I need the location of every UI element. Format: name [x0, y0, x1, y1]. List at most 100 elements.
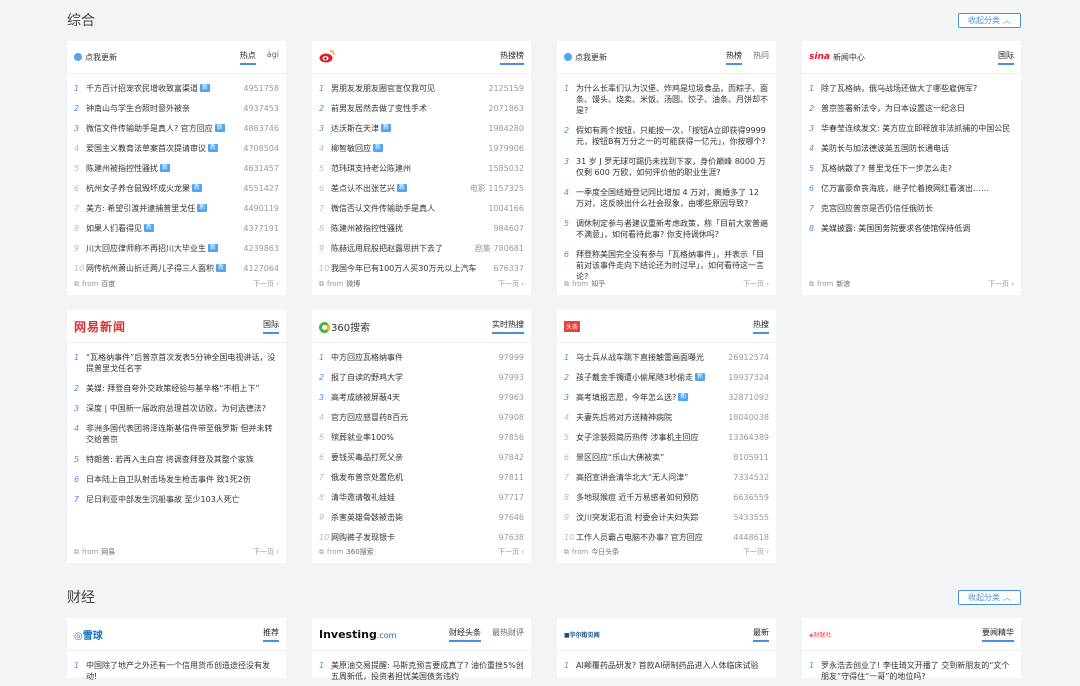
- item-title[interactable]: 陈赫远用屁股把赵露思拱下去了: [331, 243, 471, 254]
- card-brand[interactable]: ■华尔街见闻: [564, 630, 753, 639]
- item-title[interactable]: 华春莹连续发文: 美方应立即释放非法抓捕的中国公民: [821, 123, 1014, 134]
- list-item[interactable]: 1 美原油交易提醒: 马斯克预言要成真了? 油价重挫5%创五周新低，投资者担忧美国…: [319, 655, 524, 686]
- item-title[interactable]: 日本陆上自卫队射击场发生枪击事件 致1死2伤: [86, 474, 279, 485]
- list-item[interactable]: 9 杀害英雄骨骸被击毙 97646: [319, 507, 524, 527]
- list-item[interactable]: 3 达沃斯在天津新 1984280: [319, 118, 524, 138]
- item-title[interactable]: 假如有两个按钮，只能按一次，「按钮A立即获得9999元，按钮B有万分之一的可能获…: [576, 125, 769, 147]
- tab-0[interactable]: 热搜: [753, 319, 769, 334]
- card-brand[interactable]: sina 新闻中心: [809, 52, 998, 63]
- list-item[interactable]: 7 美方: 希望引渡并逮捕普里戈任新 4490119: [74, 198, 279, 218]
- item-title[interactable]: 杭州女子养仓鼠毁坏成火龙果新: [86, 183, 239, 194]
- list-item[interactable]: 4 官方回应感冒药8百元 97908: [319, 407, 524, 427]
- item-title[interactable]: 川大回应律师称不再招川大毕业生新: [86, 243, 239, 254]
- tab-1[interactable]: 最热财评: [492, 627, 524, 642]
- card-brand[interactable]: 点我更新: [564, 52, 726, 63]
- tab-0[interactable]: 热榜: [726, 50, 742, 65]
- next-page-link[interactable]: 下一页 ›: [743, 547, 769, 557]
- item-title[interactable]: 陈建州被指控性骚扰新: [86, 163, 239, 174]
- item-title[interactable]: 女子涂装照简历热传 涉事机主回应: [576, 432, 724, 443]
- card-brand[interactable]: ◈财联社: [809, 630, 982, 639]
- item-title[interactable]: 一季度全国结婚登记同比增加 4 万对，离婚多了 12 万对，这反映出什么社会现象…: [576, 187, 769, 209]
- item-title[interactable]: AI颠覆药品研发? 首款AI研制药品进入人体临床试验: [576, 660, 769, 671]
- list-item[interactable]: 5 陈建州被指控性骚扰新 4631457: [74, 158, 279, 178]
- item-title[interactable]: 我国今年已有100万人买30万元以上汽车: [331, 263, 489, 274]
- collapse-button[interactable]: 收起分类 ︿: [958, 12, 1021, 28]
- list-item[interactable]: 5 调休制定参与者建议重新考虑政策，称「目前大家普遍不满意」，如何看待此事? 你支…: [564, 213, 769, 244]
- list-item[interactable]: 5 女子涂装照简历热传 涉事机主回应 13364389: [564, 427, 769, 447]
- list-item[interactable]: 2 普京签署新法令，为日本设置这一纪念日: [809, 98, 1014, 118]
- list-item[interactable]: 6 日本陆上自卫队射击场发生枪击事件 致1死2伤: [74, 469, 279, 489]
- list-item[interactable]: 4 一季度全国结婚登记同比增加 4 万对，离婚多了 12 万对，这反映出什么社会现…: [564, 182, 769, 213]
- list-item[interactable]: 1 乌士兵从战车跳下直接触雷画面曝光 26912574: [564, 347, 769, 367]
- item-title[interactable]: 特朗普: 若再入主白宫 将调查拜登及其整个家族: [86, 454, 279, 465]
- list-item[interactable]: 1 中方回应瓦格纳事件 97999: [319, 347, 524, 367]
- card-brand[interactable]: 点我更新: [74, 52, 240, 63]
- item-title[interactable]: 美媒披露: 美国国务院要求各使馆保持低调: [821, 223, 1014, 234]
- item-title[interactable]: 工作人员霸占电脑不办事? 官方回应: [576, 532, 729, 543]
- item-title[interactable]: 瓦格纳散了? 普里戈任下一步怎么走?: [821, 163, 1014, 174]
- item-title[interactable]: 高招宣讲会清华北大“无人问津”: [576, 472, 729, 483]
- list-item[interactable]: 3 深度 | 中国新一届政府总理首次访欧，为何选德法?: [74, 398, 279, 418]
- item-title[interactable]: 如果人们看得见新: [86, 223, 239, 234]
- list-item[interactable]: 1 AI颠覆药品研发? 首款AI研制药品进入人体临床试验: [564, 655, 769, 675]
- list-item[interactable]: 3 华春莹连续发文: 美方应立即释放非法抓捕的中国公民: [809, 118, 1014, 138]
- list-item[interactable]: 8 如果人们看得见新 4377191: [74, 218, 279, 238]
- list-item[interactable]: 5 殡葬就业率100% 97856: [319, 427, 524, 447]
- list-item[interactable]: 1 千方百计招宠农民增收致富渠道新 4951758: [74, 78, 279, 98]
- item-title[interactable]: 差点认不出张艺兴新: [331, 183, 466, 194]
- item-title[interactable]: 汶川突发泥石流 村委会计夫妇失踪: [576, 512, 729, 523]
- item-title[interactable]: 范玮琪支持老公陈建州: [331, 163, 484, 174]
- list-item[interactable]: 10 网购裤子发现银卡 97638: [319, 527, 524, 547]
- item-title[interactable]: 微信文件传输助手是真人? 官方回应新: [86, 123, 239, 134]
- list-item[interactable]: 7 克宫回应普京是否仍信任俄防长: [809, 198, 1014, 218]
- list-item[interactable]: 6 差点认不出张艺兴新电影 1157325: [319, 178, 524, 198]
- list-item[interactable]: 7 高招宣讲会清华北大“无人问津” 7334532: [564, 467, 769, 487]
- list-item[interactable]: 1 为什么长辈们认为汉堡、炸鸡是垃圾食品，而粽子、面条、馒头、烧卖、米饭、汤圆、饺…: [564, 78, 769, 120]
- card-brand[interactable]: Investing.com: [319, 628, 449, 641]
- list-item[interactable]: 4 夫妻先后将对方送精神病院 18040038: [564, 407, 769, 427]
- tab-0[interactable]: 国际: [998, 50, 1014, 65]
- list-item[interactable]: 8 陈建州被指控性骚扰 984607: [319, 218, 524, 238]
- list-item[interactable]: 3 31 岁 J 罗无球可踢仍未找到下家，身价巅峰 8000 万仅剩 600 万欧…: [564, 151, 769, 182]
- item-title[interactable]: 中国除了地产之外还有一个信用货币创造途径没有发动!: [86, 660, 279, 682]
- item-title[interactable]: 官方回应感冒药8百元: [331, 412, 495, 423]
- item-title[interactable]: 爱国主义教育法草案首次提请审议新: [86, 143, 239, 154]
- item-title[interactable]: 钟南山与学生合照时意外被亲: [86, 103, 239, 114]
- item-title[interactable]: 亿万富豪命丧海底，继子忙着撩网红看演出……: [821, 183, 1014, 194]
- item-title[interactable]: 美原油交易提醒: 马斯克预言要成真了? 油价重挫5%创五周新低，投资者担忧美国债…: [331, 660, 524, 682]
- item-title[interactable]: 高考成绩被屏蔽4天: [331, 392, 495, 403]
- list-item[interactable]: 3 微信文件传输助手是真人? 官方回应新 4883746: [74, 118, 279, 138]
- item-title[interactable]: 多地现猴痘 近千万易感者如何预防: [576, 492, 729, 503]
- list-item[interactable]: 5 特朗普: 若再入主白宫 将调查拜登及其整个家族: [74, 449, 279, 469]
- tab-0[interactable]: 最新: [753, 627, 769, 642]
- item-title[interactable]: 乌士兵从战车跳下直接触雷画面曝光: [576, 352, 724, 363]
- list-item[interactable]: 5 范玮琪支持老公陈建州 1585032: [319, 158, 524, 178]
- list-item[interactable]: 2 报了自读的野鸡大学 97993: [319, 367, 524, 387]
- next-page-link[interactable]: 下一页 ›: [498, 547, 524, 557]
- next-page-link[interactable]: 下一页 ›: [253, 547, 279, 557]
- item-title[interactable]: “瓦格纳事件”后普京首次发表5分钟全国电视讲话，没提普里戈任名字: [86, 352, 279, 374]
- item-title[interactable]: 高考填报志愿，今年怎么选? 新: [576, 392, 724, 403]
- item-title[interactable]: 夫妻先后将对方送精神病院: [576, 412, 724, 423]
- list-item[interactable]: 2 前男友居然去做了变性手术 2071863: [319, 98, 524, 118]
- list-item[interactable]: 9 川大回应律师称不再招川大毕业生新 4239863: [74, 238, 279, 258]
- list-item[interactable]: 7 微信否认文件传输助手是真人 1004166: [319, 198, 524, 218]
- next-page-link[interactable]: 下一页 ›: [988, 279, 1014, 289]
- item-title[interactable]: 陈建州被指控性骚扰: [331, 223, 489, 234]
- list-item[interactable]: 10 网传杭州萧山折迁两儿子得三人面积新 4127064: [74, 258, 279, 278]
- tab-0[interactable]: 要闻精华: [982, 627, 1014, 642]
- item-title[interactable]: 31 岁 J 罗无球可踢仍未找到下家，身价巅峰 8000 万仅剩 600 万欧，…: [576, 156, 769, 178]
- list-item[interactable]: 4 柳智敏回应新 1979906: [319, 138, 524, 158]
- item-title[interactable]: 普京签署新法令，为日本设置这一纪念日: [821, 103, 1014, 114]
- tab-1[interactable]: 热问: [753, 50, 769, 65]
- item-title[interactable]: 拜登称美国完全没有参与「瓦格纳事件」，并表示「目前对该事件走向下结论还为时过早」…: [576, 249, 769, 282]
- item-title[interactable]: 柳智敏回应新: [331, 143, 484, 154]
- card-brand[interactable]: 头条: [564, 320, 753, 332]
- item-title[interactable]: 前男友居然去做了变性手术: [331, 103, 484, 114]
- next-page-link[interactable]: 下一页 ›: [253, 279, 279, 289]
- item-title[interactable]: 非洲多国代表团将泽连斯基信件带至俄罗斯 但并未转交给普京: [86, 423, 279, 445]
- list-item[interactable]: 2 美媒: 拜登自夸外交政策经验与基辛格“不相上下”: [74, 378, 279, 398]
- list-item[interactable]: 8 多地现猴痘 近千万易感者如何预防 6636559: [564, 487, 769, 507]
- tab-0[interactable]: 推荐: [263, 627, 279, 642]
- list-item[interactable]: 4 爱国主义教育法草案首次提请审议新 4708504: [74, 138, 279, 158]
